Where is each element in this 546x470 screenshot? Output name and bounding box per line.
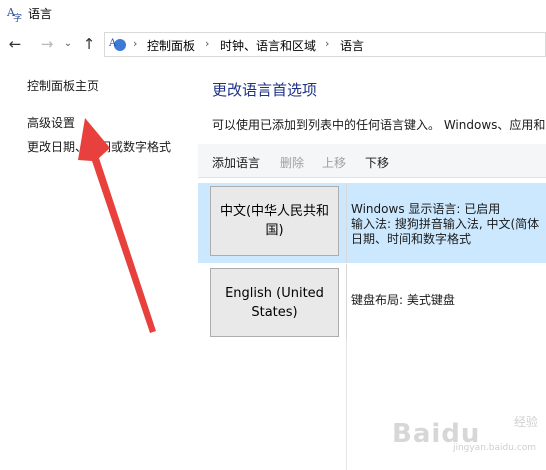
row-divider [346,183,347,263]
column-divider [346,340,347,470]
input-method-info: 输入法: 搜狗拼音输入法, 中文(简体 [351,217,540,231]
language-toolbar: 添加语言 删除 上移 下移 [198,144,546,178]
breadcrumb-language[interactable]: 语言 [340,37,364,54]
language-list-item[interactable]: 中文(中华人民共和国) Windows 显示语言: 已启用 输入法: 搜狗拼音输… [198,183,546,263]
baidu-watermark: Baidu 经验 jingyan.baidu.com [392,413,542,457]
forward-arrow-icon[interactable]: → [38,33,56,55]
keyboard-layout-info: 键盘布局: 美式键盘 [351,293,455,307]
change-date-time-format-link[interactable]: 更改日期、时间或数字格式 [27,138,171,155]
recent-locations-chevron-icon[interactable]: ⌄ [62,33,74,55]
add-language-button[interactable]: 添加语言 [212,154,260,171]
page-description: 可以使用已添加到列表中的任何语言键入。 Windows、应用和 [212,118,546,132]
move-up-button[interactable]: 上移 [322,154,346,171]
title-bar: A 字 语言 [0,0,546,28]
breadcrumb-separator-icon: › [325,37,330,50]
watermark-sub-text: 经验 [513,415,538,429]
address-bar[interactable]: A › 控制面板 › 时钟、语言和区域 › 语言 [104,32,546,57]
watermark-url: jingyan.baidu.com [452,443,536,453]
language-list-item[interactable]: English (United States) 键盘布局: 美式键盘 [198,264,546,340]
control-panel-home-link[interactable]: 控制面板主页 [27,77,99,94]
display-language-status: Windows 显示语言: 已启用 [351,202,501,216]
advanced-settings-link[interactable]: 高级设置 [27,114,75,131]
svg-text:A: A [108,38,117,49]
up-arrow-icon[interactable]: ↑ [80,33,98,55]
language-info: 键盘布局: 美式键盘 [351,293,455,308]
svg-text:字: 字 [13,12,22,22]
language-info: Windows 显示语言: 已启用 输入法: 搜狗拼音输入法, 中文(简体 日期… [351,202,539,247]
breadcrumb-control-panel[interactable]: 控制面板 [147,37,195,54]
move-down-button[interactable]: 下移 [365,154,389,171]
breadcrumb-separator-icon: › [133,37,138,50]
language-app-icon: A 字 [6,6,22,22]
breadcrumb-separator-icon: › [205,37,210,50]
language-options-button[interactable]: English (United States) [210,268,339,337]
back-arrow-icon[interactable]: ← [6,33,24,55]
page-title: 更改语言首选项 [212,81,318,99]
window-title: 语言 [28,7,53,21]
language-location-icon: A [108,38,126,51]
breadcrumb-clock-language-region[interactable]: 时钟、语言和区域 [220,37,316,54]
date-time-format-info: 日期、时间和数字格式 [351,232,472,246]
language-options-button[interactable]: 中文(中华人民共和国) [210,186,339,256]
remove-language-button[interactable]: 删除 [280,154,304,171]
row-divider [346,264,347,340]
navigation-bar: ← → ⌄ ↑ A › 控制面板 › 时钟、语言和区域 › 语言 [0,30,546,60]
